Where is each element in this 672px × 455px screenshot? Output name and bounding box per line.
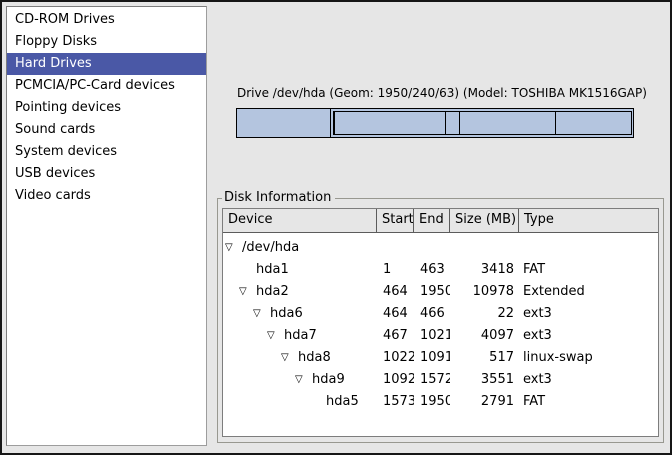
device-cell: ▽/dev/hda [223,237,377,259]
start-cell: 464 [377,281,414,303]
partition-segment-hda5 [556,112,631,134]
sidebar-item-cd-rom-drives[interactable]: CD-ROM Drives [7,9,206,31]
end-cell: 1950 [414,281,450,303]
table-row-hda2[interactable]: ▽hda2464195010978Extended [223,281,658,303]
column-header-size[interactable]: Size (MB) [450,209,519,233]
end-cell: 1091 [414,347,450,369]
device-category-list: CD-ROM DrivesFloppy DisksHard DrivesPCMC… [6,6,207,446]
tree-indent [223,358,281,359]
start-cell: 1022 [377,347,414,369]
expander-icon[interactable]: ▽ [267,325,284,347]
device-cell: hda1 [223,259,377,281]
disk-information-label: Disk Information [222,190,335,206]
column-header-end[interactable]: End [414,209,450,233]
device-cell: ▽hda7 [223,325,377,347]
tree-indent [223,380,295,381]
size-cell: 2791 [450,391,519,413]
partition-segment-hda2 [333,111,632,135]
size-cell [450,237,519,259]
size-cell: 3418 [450,259,519,281]
sidebar-item-hard-drives[interactable]: Hard Drives [7,53,206,75]
type-cell: FAT [519,259,658,281]
sidebar-item-usb-devices[interactable]: USB devices [7,163,206,185]
device-label: /dev/hda [242,237,299,259]
start-cell: 1 [377,259,414,281]
size-cell: 517 [450,347,519,369]
table-row-hda5[interactable]: hda5 157319502791FAT [223,391,658,413]
start-cell: 1573 [377,391,414,413]
partition-bar [236,108,634,138]
sidebar-item-video-cards[interactable]: Video cards [7,185,206,207]
disk-information-frame: Disk Information DeviceStartEndSize (MB)… [217,198,664,443]
expander-icon[interactable]: ▽ [295,369,312,391]
partition-segment-hda1 [237,109,331,137]
table-row-hda9[interactable]: ▽hda9109215723551ext3 [223,369,658,391]
end-cell: 1572 [414,369,450,391]
end-cell: 466 [414,303,450,325]
type-cell: ext3 [519,325,658,347]
table-row-dev-hda[interactable]: ▽/dev/hda [223,237,658,259]
end-cell: 1950 [414,391,450,413]
tree-indent [223,270,239,271]
end-cell [414,237,450,259]
expander-icon[interactable]: ▽ [253,303,270,325]
disk-table: DeviceStartEndSize (MB)Type ▽/dev/hdahda… [222,208,659,437]
start-cell: 464 [377,303,414,325]
size-cell: 3551 [450,369,519,391]
expander-icon[interactable]: ▽ [225,237,242,259]
device-cell: ▽hda8 [223,347,377,369]
size-cell: 10978 [450,281,519,303]
start-cell [377,237,414,259]
partition-segment-hda7 [335,112,446,134]
disk-table-body: ▽/dev/hdahda114633418FAT▽hda246419501097… [223,233,658,413]
end-cell: 463 [414,259,450,281]
start-cell: 1092 [377,369,414,391]
table-row-hda1[interactable]: hda1 14633418FAT [223,259,658,281]
column-header-start[interactable]: Start [377,209,414,233]
disk-table-header: DeviceStartEndSize (MB)Type [223,209,658,233]
device-label: hda8 [298,347,331,369]
drive-title: Drive /dev/hda (Geom: 1950/240/63) (Mode… [237,86,647,100]
device-label: hda6 [270,303,303,325]
type-cell [519,237,658,259]
type-cell: FAT [519,391,658,413]
table-row-hda7[interactable]: ▽hda746710214097ext3 [223,325,658,347]
device-cell: ▽hda9 [223,369,377,391]
sidebar-item-pcmcia-pc-card-devices[interactable]: PCMCIA/PC-Card devices [7,75,206,97]
device-cell: ▽hda6 [223,303,377,325]
sidebar-item-system-devices[interactable]: System devices [7,141,206,163]
tree-indent [223,336,267,337]
expander-icon[interactable]: ▽ [281,347,298,369]
partition-segment-hda9 [460,112,556,134]
tree-indent [223,292,239,293]
sidebar-item-floppy-disks[interactable]: Floppy Disks [7,31,206,53]
table-row-hda8[interactable]: ▽hda810221091517linux-swap [223,347,658,369]
column-header-type[interactable]: Type [519,209,658,233]
column-header-device[interactable]: Device [223,209,377,233]
sidebar-item-sound-cards[interactable]: Sound cards [7,119,206,141]
tree-indent [223,314,253,315]
type-cell: linux-swap [519,347,658,369]
type-cell: Extended [519,281,658,303]
device-label: hda7 [284,325,317,347]
hardware-browser-window: { "colors": { "window_bg": "#e6e6e6", "s… [0,0,672,455]
device-label: hda2 [256,281,289,303]
start-cell: 467 [377,325,414,347]
expander-icon[interactable]: ▽ [239,281,256,303]
table-row-hda6[interactable]: ▽hda646446622ext3 [223,303,658,325]
end-cell: 1021 [414,325,450,347]
size-cell: 4097 [450,325,519,347]
device-label: hda9 [312,369,345,391]
device-cell: hda5 [223,391,377,413]
device-label: hda5 [326,391,359,413]
type-cell: ext3 [519,303,658,325]
device-cell: ▽hda2 [223,281,377,303]
sidebar-item-pointing-devices[interactable]: Pointing devices [7,97,206,119]
partition-segment-hda8 [446,112,460,134]
size-cell: 22 [450,303,519,325]
type-cell: ext3 [519,369,658,391]
tree-indent [223,402,309,403]
device-label: hda1 [256,259,289,281]
